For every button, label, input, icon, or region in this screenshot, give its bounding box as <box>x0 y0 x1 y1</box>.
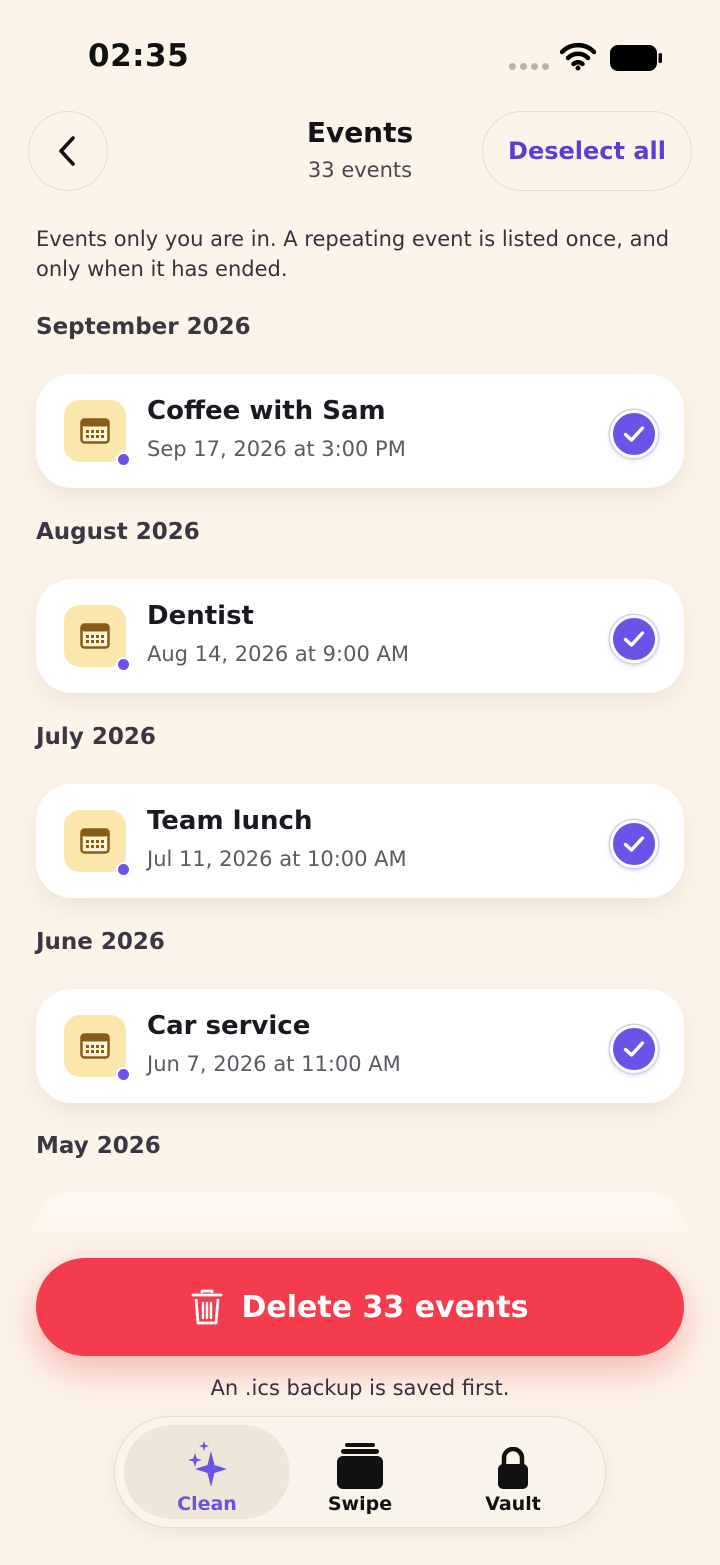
calendar-icon <box>64 810 126 872</box>
tab-label: Vault <box>485 1493 541 1515</box>
delete-events-button[interactable]: Delete 33 events <box>36 1258 684 1356</box>
event-date: Sep 17, 2026 at 3:00 PM <box>147 437 406 461</box>
page-title: Events <box>306 116 414 149</box>
event-title: Dentist <box>147 601 254 631</box>
event-card[interactable]: Coffee with Sam Sep 17, 2026 at 3:00 PM <box>36 374 684 488</box>
event-card[interactable]: Dentist Aug 14, 2026 at 9:00 AM <box>36 579 684 693</box>
section-header-august: August 2026 <box>36 519 200 545</box>
sparkles-icon <box>188 1441 227 1487</box>
trash-icon <box>192 1289 223 1325</box>
event-date: Jul 11, 2026 at 10:00 AM <box>147 847 407 871</box>
section-header-may: May 2026 <box>36 1133 161 1159</box>
cellular-signal-icon <box>509 63 549 70</box>
calendar-icon <box>64 605 126 667</box>
tab-label: Clean <box>177 1493 237 1515</box>
event-count: 33 events <box>307 158 413 182</box>
tab-label: Swipe <box>327 1493 393 1515</box>
calendar-color-dot <box>116 862 131 877</box>
back-button[interactable] <box>28 111 108 191</box>
selected-checkbox[interactable] <box>610 820 658 868</box>
tab-bar: Clean Swipe Vault <box>114 1416 606 1528</box>
tab-vault[interactable]: Vault <box>438 1431 588 1515</box>
cards-stack-icon <box>337 1443 383 1489</box>
calendar-icon <box>64 400 126 462</box>
chevron-left-icon <box>59 136 75 166</box>
checkmark-icon <box>623 1041 645 1057</box>
event-title: Team lunch <box>147 806 313 836</box>
selected-checkbox[interactable] <box>610 1025 658 1073</box>
battery-icon <box>610 45 662 71</box>
checkmark-icon <box>623 426 645 442</box>
event-date: Jun 7, 2026 at 11:00 AM <box>147 1052 401 1076</box>
delete-button-label: Delete 33 events <box>241 1289 529 1325</box>
calendar-color-dot <box>116 1067 131 1082</box>
tab-clean[interactable]: Clean <box>132 1431 282 1515</box>
event-card[interactable]: Car service Jun 7, 2026 at 11:00 AM <box>36 989 684 1103</box>
status-time: 02:35 <box>88 38 190 74</box>
selected-checkbox[interactable] <box>610 410 658 458</box>
section-header-september: September 2026 <box>36 314 251 340</box>
event-title: Car service <box>147 1011 311 1041</box>
calendar-color-dot <box>116 657 131 672</box>
tab-swipe[interactable]: Swipe <box>285 1431 435 1515</box>
deselect-all-button[interactable]: Deselect all <box>482 111 692 191</box>
backup-note: An .ics backup is saved first. <box>210 1376 510 1400</box>
event-card[interactable]: Team lunch Jul 11, 2026 at 10:00 AM <box>36 784 684 898</box>
calendar-color-dot <box>116 452 131 467</box>
checkmark-icon <box>623 836 645 852</box>
lock-icon <box>498 1447 528 1489</box>
wifi-icon <box>560 42 596 71</box>
section-header-july: July 2026 <box>36 724 156 750</box>
section-header-june: June 2026 <box>36 929 165 955</box>
checkmark-icon <box>623 631 645 647</box>
calendar-icon <box>64 1015 126 1077</box>
event-title: Coffee with Sam <box>147 396 386 426</box>
intro-description: Events only you are in. A repeating even… <box>36 227 670 281</box>
event-date: Aug 14, 2026 at 9:00 AM <box>147 642 409 666</box>
selected-checkbox[interactable] <box>610 615 658 663</box>
